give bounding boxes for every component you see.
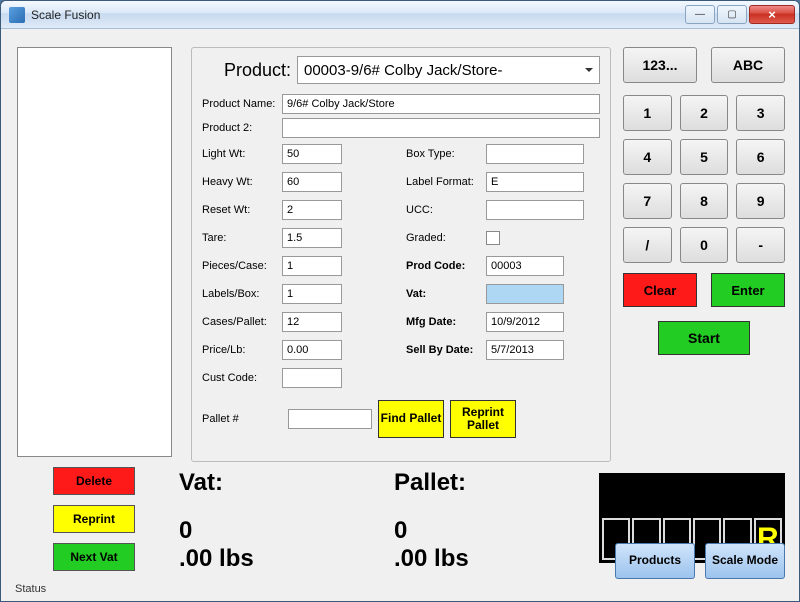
start-button[interactable]: Start [658,321,750,355]
keypad-panel: 123... ABC 1 2 3 4 5 6 7 8 9 / 0 - Clear… [623,47,785,355]
client-area: Delete Reprint Next Vat Product: 00003-9… [1,29,799,601]
price-lb-input[interactable] [282,340,342,360]
graded-checkbox[interactable] [486,231,500,245]
vat-weight: .00 lbs [179,545,384,573]
minimize-button[interactable]: — [685,5,715,24]
product-combo-value: 00003-9/6# Colby Jack/Store- [304,62,502,79]
light-wt-label: Light Wt: [202,148,282,160]
bottom-button-row: Products Scale Mode [615,543,785,579]
delete-button[interactable]: Delete [53,467,135,495]
mode-123-button[interactable]: 123... [623,47,697,83]
key-0[interactable]: 0 [680,227,729,263]
vat-field-label: Vat: [406,288,486,300]
label-format-label: Label Format: [406,176,486,188]
product2-input[interactable] [282,118,600,138]
cust-code-label: Cust Code: [202,372,282,384]
light-wt-input[interactable] [282,144,342,164]
product-combo[interactable]: 00003-9/6# Colby Jack/Store- [297,56,600,84]
pieces-case-input[interactable] [282,256,342,276]
vat-readout-label: Vat: [179,469,384,497]
key-1[interactable]: 1 [623,95,672,131]
labels-box-label: Labels/Box: [202,288,282,300]
reprint-pallet-button[interactable]: Reprint Pallet [450,400,516,438]
window-title: Scale Fusion [31,8,683,22]
mfg-date-label: Mfg Date: [406,316,486,328]
box-type-label: Box Type: [406,148,486,160]
sell-by-label: Sell By Date: [406,344,486,356]
cust-code-input[interactable] [282,368,342,388]
sell-by-input[interactable] [486,340,564,360]
price-lb-label: Price/Lb: [202,344,282,356]
key-2[interactable]: 2 [680,95,729,131]
status-bar: Status [15,583,46,595]
enter-button[interactable]: Enter [711,273,785,307]
pallet-count: 0 [394,517,599,545]
pallet-num-label: Pallet # [202,413,282,425]
key-9[interactable]: 9 [736,183,785,219]
window-controls: — ▢ × [683,5,795,24]
app-window: Scale Fusion — ▢ × Delete Reprint Next V… [0,0,800,602]
product2-label: Product 2: [202,122,282,134]
key-4[interactable]: 4 [623,139,672,175]
box-type-input[interactable] [486,144,584,164]
reset-wt-input[interactable] [282,200,342,220]
app-icon [9,7,25,23]
titlebar: Scale Fusion — ▢ × [1,1,799,29]
close-button[interactable]: × [749,5,795,24]
products-button[interactable]: Products [615,543,695,579]
label-format-input[interactable] [486,172,584,192]
product-form: Product: 00003-9/6# Colby Jack/Store- Pr… [191,47,611,462]
key-5[interactable]: 5 [680,139,729,175]
labels-box-input[interactable] [282,284,342,304]
key-8[interactable]: 8 [680,183,729,219]
maximize-button[interactable]: ▢ [717,5,747,24]
scale-mode-button[interactable]: Scale Mode [705,543,785,579]
left-button-stack: Delete Reprint Next Vat [53,467,135,571]
vat-count: 0 [179,517,384,545]
clear-button[interactable]: Clear [623,273,697,307]
next-vat-button[interactable]: Next Vat [53,543,135,571]
pallet-num-input[interactable] [288,409,372,429]
ucc-input[interactable] [486,200,584,220]
key-3[interactable]: 3 [736,95,785,131]
mfg-date-input[interactable] [486,312,564,332]
ucc-label: UCC: [406,204,486,216]
readouts: Vat: 0 .00 lbs Pallet: 0 .00 lbs [179,469,599,573]
prod-code-label: Prod Code: [406,260,486,272]
key-slash[interactable]: / [623,227,672,263]
pieces-case-label: Pieces/Case: [202,260,282,272]
cases-pallet-label: Cases/Pallet: [202,316,282,328]
tare-label: Tare: [202,232,282,244]
product-name-input[interactable] [282,94,600,114]
key-7[interactable]: 7 [623,183,672,219]
cases-pallet-input[interactable] [282,312,342,332]
tare-input[interactable] [282,228,342,248]
list-panel[interactable] [17,47,172,457]
find-pallet-button[interactable]: Find Pallet [378,400,444,438]
product-label: Product: [202,60,297,81]
graded-label: Graded: [406,232,486,244]
vat-input[interactable] [486,284,564,304]
key-6[interactable]: 6 [736,139,785,175]
key-dash[interactable]: - [736,227,785,263]
heavy-wt-label: Heavy Wt: [202,176,282,188]
heavy-wt-input[interactable] [282,172,342,192]
reprint-button[interactable]: Reprint [53,505,135,533]
pallet-weight: .00 lbs [394,545,599,573]
reset-wt-label: Reset Wt: [202,204,282,216]
prod-code-input[interactable] [486,256,564,276]
pallet-readout-label: Pallet: [394,469,599,497]
product-name-label: Product Name: [202,98,282,110]
mode-abc-button[interactable]: ABC [711,47,785,83]
